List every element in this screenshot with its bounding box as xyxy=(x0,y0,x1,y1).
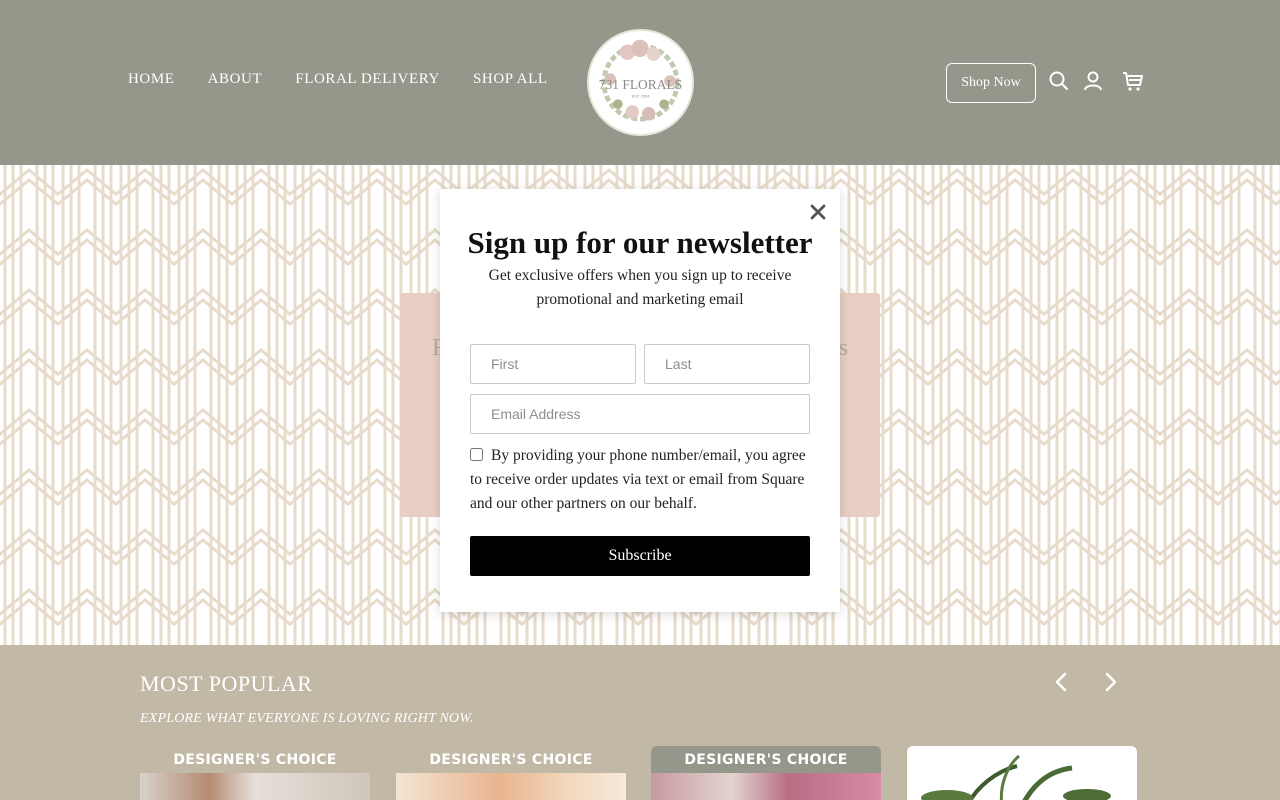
consent-text: By providing your phone number/email, yo… xyxy=(470,447,806,512)
section-title: MOST POPULAR xyxy=(140,671,313,696)
product-card-label: DESIGNER'S CHOICE xyxy=(684,752,848,768)
chevron-right-icon xyxy=(1105,672,1117,692)
close-icon xyxy=(810,204,826,220)
consent-block: By providing your phone number/email, yo… xyxy=(470,444,815,516)
site-header: HOME ABOUT FLORAL DELIVERY SHOP ALL 731 … xyxy=(0,0,1280,165)
product-card[interactable]: DESIGNER'S CHOICE xyxy=(140,746,370,800)
last-name-input[interactable] xyxy=(644,344,810,384)
cart-icon[interactable] xyxy=(1122,70,1144,92)
newsletter-title: Sign up for our newsletter xyxy=(467,225,813,260)
most-popular-section: MOST POPULAR EXPLORE WHAT EVERYONE IS LO… xyxy=(0,645,1280,800)
chevron-left-icon xyxy=(1055,672,1067,692)
close-button[interactable] xyxy=(808,202,828,222)
product-image xyxy=(651,773,881,800)
product-card-label: DESIGNER'S CHOICE xyxy=(429,752,593,768)
email-input[interactable] xyxy=(470,394,810,434)
hero-card-text-right: s xyxy=(838,335,848,361)
site-logo[interactable]: 731 FLORALS EST. 2024 xyxy=(587,29,694,136)
nav-shop-all[interactable]: SHOP ALL xyxy=(473,71,548,88)
shop-now-button[interactable]: Shop Now xyxy=(946,63,1036,103)
logo-text: 731 FLORALS xyxy=(599,77,682,92)
product-image xyxy=(921,754,1111,800)
consent-checkbox[interactable] xyxy=(470,448,483,461)
product-image xyxy=(396,773,626,800)
newsletter-subtitle: Get exclusive offers when you sign up to… xyxy=(488,267,792,308)
product-card[interactable] xyxy=(907,746,1137,800)
logo-est: EST. 2024 xyxy=(632,94,651,98)
product-card[interactable]: DESIGNER'S CHOICE xyxy=(651,746,881,800)
carousel-prev-button[interactable] xyxy=(1050,670,1074,694)
main-nav: HOME ABOUT FLORAL DELIVERY SHOP ALL xyxy=(128,71,548,88)
account-icon[interactable] xyxy=(1082,70,1104,92)
product-image xyxy=(140,773,370,800)
product-card-label: DESIGNER'S CHOICE xyxy=(173,752,337,768)
newsletter-modal: Sign up for our newsletter Get exclusive… xyxy=(440,189,840,612)
section-subtitle: EXPLORE WHAT EVERYONE IS LOVING RIGHT NO… xyxy=(140,711,474,726)
product-card[interactable]: DESIGNER'S CHOICE xyxy=(396,746,626,800)
nav-about[interactable]: ABOUT xyxy=(208,71,263,88)
logo-graphic: 731 FLORALS EST. 2024 xyxy=(592,34,689,131)
search-icon[interactable] xyxy=(1048,70,1070,92)
first-name-input[interactable] xyxy=(470,344,636,384)
nav-floral-delivery[interactable]: FLORAL DELIVERY xyxy=(295,71,440,88)
subscribe-button[interactable]: Subscribe xyxy=(470,536,810,576)
nav-home[interactable]: HOME xyxy=(128,71,175,88)
carousel-next-button[interactable] xyxy=(1098,670,1122,694)
